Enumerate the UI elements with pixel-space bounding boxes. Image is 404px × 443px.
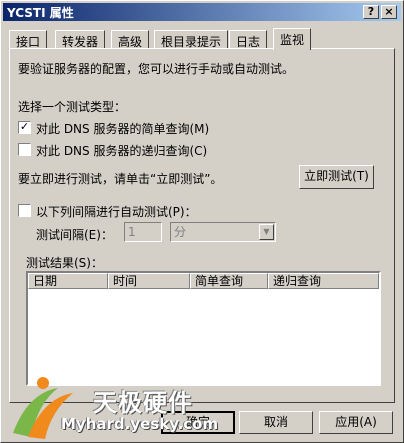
test-type-label: 选择一个测试类型： xyxy=(18,100,127,114)
interval-unit-select[interactable]: 分 ▼ xyxy=(170,222,276,242)
column-header-date[interactable]: 日期 xyxy=(28,273,108,289)
tab-root-hints[interactable]: 根目录提示 xyxy=(154,30,229,49)
tab-logging[interactable]: 日志 xyxy=(229,30,268,49)
interval-label: 测试间隔(E)： xyxy=(36,228,113,242)
window-title: YCSTI 属性 xyxy=(7,6,74,20)
column-header-simple[interactable]: 简单查询 xyxy=(190,273,268,289)
column-header-recursive[interactable]: 递归查询 xyxy=(268,273,379,289)
tab-advanced[interactable]: 高级 xyxy=(111,30,150,49)
description-text: 要验证服务器的配置，您可以进行手动或自动测试。 xyxy=(18,62,295,76)
watermark-url: Myhard.yesky.com xyxy=(61,415,219,433)
recursive-query-checkbox[interactable] xyxy=(18,143,31,156)
interval-input[interactable]: 1 xyxy=(124,222,162,242)
simple-query-label[interactable]: 对此 DNS 服务器的简单查询(M) xyxy=(36,120,209,137)
column-header-time[interactable]: 时间 xyxy=(108,273,190,289)
auto-test-label[interactable]: 以下列间隔进行自动测试(P)： xyxy=(36,203,197,220)
interval-unit-value: 分 xyxy=(174,225,187,239)
chevron-down-icon[interactable]: ▼ xyxy=(259,224,274,240)
tab-interfaces[interactable]: 接口 xyxy=(9,30,48,49)
title-bar[interactable]: YCSTI 属性 ? × xyxy=(3,3,401,21)
monitoring-panel: 要验证服务器的配置，您可以进行手动或自动测试。 选择一个测试类型： ✓ 对此 D… xyxy=(9,48,395,403)
cancel-button[interactable]: 取消 xyxy=(239,411,313,434)
help-button[interactable]: ? xyxy=(363,5,379,19)
test-now-prompt: 要立即进行测试，请单击“立即测试”。 xyxy=(18,172,223,186)
watermark: 天极硬件 Myhard.yesky.com xyxy=(3,363,218,443)
apply-button[interactable]: 应用(A) xyxy=(319,411,393,434)
close-button[interactable]: × xyxy=(381,5,397,19)
recursive-query-label[interactable]: 对此 DNS 服务器的递归查询(C) xyxy=(36,142,207,159)
results-label: 测试结果(S)： xyxy=(26,256,103,270)
test-now-button[interactable]: 立即测试(T) xyxy=(299,165,374,189)
tab-forwarders[interactable]: 转发器 xyxy=(55,30,106,49)
properties-dialog: YCSTI 属性 ? × 接口 转发器 高级 根目录提示 日志 监视 要验证服务… xyxy=(0,0,404,443)
tab-monitoring[interactable]: 监视 xyxy=(273,28,312,50)
simple-query-checkbox[interactable]: ✓ xyxy=(18,121,31,134)
auto-test-checkbox[interactable] xyxy=(18,204,31,217)
checkmark-icon: ✓ xyxy=(19,120,30,133)
watermark-title: 天极硬件 xyxy=(93,389,193,417)
